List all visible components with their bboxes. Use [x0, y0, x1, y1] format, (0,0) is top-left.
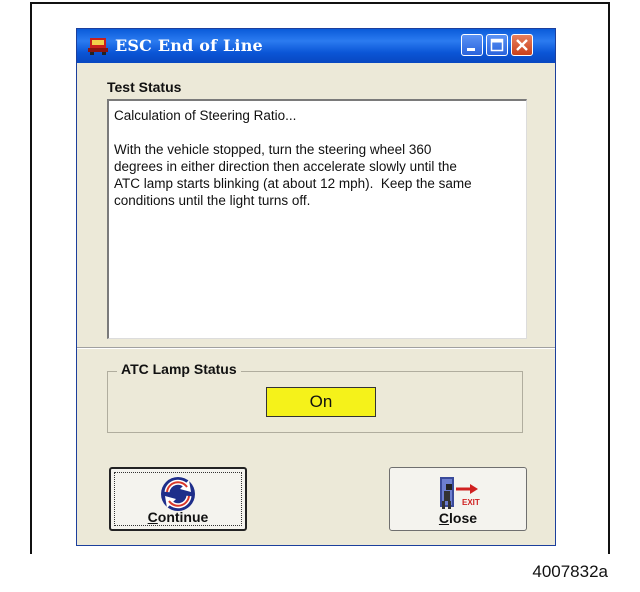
esc-end-of-line-window: ESC End of Line Test Status Calculation …: [76, 28, 556, 546]
test-status-textbox[interactable]: Calculation of Steering Ratio... With th…: [107, 99, 527, 339]
maximize-button[interactable]: [486, 34, 508, 56]
minimize-button[interactable]: [461, 34, 483, 56]
section-divider: [77, 347, 555, 349]
close-label: Close: [438, 510, 478, 526]
continue-label: Continue: [147, 509, 209, 525]
window-title: ESC End of Line: [115, 36, 263, 55]
atc-lamp-status-label: ATC Lamp Status: [117, 361, 241, 377]
test-status-label: Test Status: [107, 79, 182, 95]
close-window-button[interactable]: [511, 34, 533, 56]
app-icon: [87, 36, 109, 56]
close-button[interactable]: EXIT Close: [389, 467, 527, 531]
test-status-text: Calculation of Steering Ratio... With th…: [114, 108, 472, 208]
figure-id: 4007832a: [532, 562, 608, 581]
atc-lamp-indicator: On: [266, 387, 376, 417]
continue-button[interactable]: Continue: [109, 467, 247, 531]
svg-text:EXIT: EXIT: [462, 498, 480, 507]
title-bar[interactable]: ESC End of Line: [77, 29, 555, 63]
